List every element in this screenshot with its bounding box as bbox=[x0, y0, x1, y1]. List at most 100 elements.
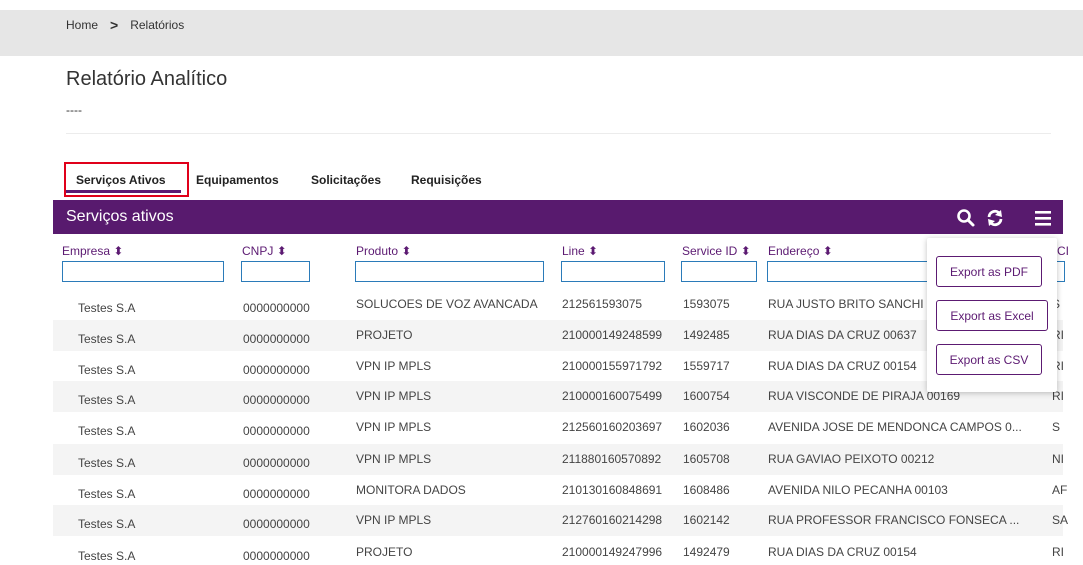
cell-line: 210000149248599 bbox=[562, 328, 663, 342]
panel-title: Serviços ativos bbox=[66, 208, 174, 225]
table-row[interactable]: Testes S.A 0000000000 SOLUCOES DE VOZ AVAN… bbox=[53, 289, 1063, 320]
cell-empresa: Testes S.A bbox=[78, 301, 136, 315]
cell-endereco: RUA PROFESSOR FRANCISCO FONSECA ... bbox=[768, 513, 1020, 527]
menu-icon[interactable] bbox=[1033, 208, 1053, 228]
divider bbox=[66, 133, 1051, 134]
cell-produto: VPN IP MPLS bbox=[356, 452, 432, 466]
cell-service-id: 1492485 bbox=[683, 328, 730, 342]
cell-service-id: 1593075 bbox=[683, 297, 730, 311]
sort-icon: ⬍ bbox=[822, 244, 833, 258]
column-header-cnpj[interactable]: CNPJ ⬍ bbox=[242, 244, 287, 258]
cell-endereco: RUA JUSTO BRITO SANCHI bbox=[768, 297, 924, 311]
cell-service-id: 1492479 bbox=[683, 545, 730, 559]
export-excel-button[interactable]: Export as Excel bbox=[936, 300, 1048, 331]
cell-cnpj: 0000000000 bbox=[243, 424, 310, 438]
column-header-service-id[interactable]: Service ID ⬍ bbox=[682, 244, 751, 258]
cell-ci: AF bbox=[1052, 483, 1068, 497]
sort-icon: ⬍ bbox=[740, 244, 751, 258]
page-title: Relatório Analítico bbox=[66, 68, 228, 90]
cell-produto: VPN IP MPLS bbox=[356, 389, 432, 403]
filter-service-id[interactable] bbox=[681, 261, 757, 282]
table-row[interactable]: Testes S.A 0000000000 PROJETO 2100001492485… bbox=[53, 320, 1064, 351]
cell-service-id: 1608486 bbox=[683, 483, 730, 497]
cell-ci: RI bbox=[1052, 545, 1064, 559]
cell-line: 211880160570892 bbox=[562, 452, 662, 466]
cell-line: 212760160214298 bbox=[562, 513, 663, 527]
cell-cnpj: 0000000000 bbox=[243, 393, 310, 407]
table-row[interactable]: Testes S.A 0000000000 PROJETO 2100001492479… bbox=[53, 537, 1064, 565]
cell-service-id: 1559717 bbox=[683, 359, 730, 373]
cell-empresa: Testes S.A bbox=[78, 487, 136, 501]
cell-cnpj: 0000000000 bbox=[243, 456, 310, 470]
cell-produto: VPN IP MPLS bbox=[356, 420, 432, 434]
filter-endereco[interactable] bbox=[767, 261, 937, 282]
cell-cnpj: 0000000000 bbox=[243, 332, 310, 346]
cell-line: 210000160075499 bbox=[562, 389, 663, 403]
cell-cnpj: 0000000000 bbox=[243, 487, 310, 501]
filter-line[interactable] bbox=[561, 261, 665, 282]
cell-produto: VPN IP MPLS bbox=[356, 359, 432, 373]
cell-empresa: Testes S.A bbox=[78, 393, 136, 407]
cell-ci: NI bbox=[1052, 452, 1064, 466]
cell-endereco: RUA DIAS DA CRUZ 00637 bbox=[768, 328, 917, 342]
search-icon[interactable] bbox=[956, 208, 976, 228]
cell-line: 210000155971792 bbox=[562, 359, 663, 373]
active-tab-underline bbox=[66, 190, 181, 193]
breadcrumb-home[interactable]: Home bbox=[66, 18, 98, 32]
table-row[interactable]: Testes S.A 0000000000 VPN IP MPLS 212760160… bbox=[53, 505, 1068, 536]
table-row[interactable]: Testes S.A 0000000000 VPN IP MPLS 210000160… bbox=[53, 381, 1064, 412]
cell-service-id: 1600754 bbox=[683, 389, 730, 403]
export-pdf-button[interactable]: Export as PDF bbox=[936, 256, 1042, 287]
cell-empresa: Testes S.A bbox=[78, 517, 136, 531]
cell-empresa: Testes S.A bbox=[78, 549, 136, 563]
cell-produto: PROJETO bbox=[356, 328, 413, 342]
cell-produto: MONITORA DADOS bbox=[356, 483, 466, 497]
tab-equipamentos[interactable]: Equipamentos bbox=[196, 173, 279, 187]
cell-service-id: 1602036 bbox=[683, 420, 730, 434]
sort-icon: ⬍ bbox=[113, 244, 124, 258]
cell-line: 212560160203697 bbox=[562, 420, 663, 434]
sort-icon: ⬍ bbox=[588, 244, 599, 258]
table-row[interactable]: Testes S.A 0000000000 MONITORA DADOS 210130… bbox=[53, 475, 1067, 506]
cell-empresa: Testes S.A bbox=[78, 456, 136, 470]
cell-ci: SA bbox=[1052, 513, 1069, 527]
page-subtitle: ---- bbox=[66, 103, 82, 117]
filter-cnpj[interactable] bbox=[241, 261, 310, 282]
table-row[interactable]: Testes S.A 0000000000 VPN IP MPLS 210000155… bbox=[53, 351, 1064, 382]
tab-servicos-ativos[interactable]: Serviços Ativos bbox=[76, 173, 166, 187]
cell-endereco: RUA DIAS DA CRUZ 00154 bbox=[768, 545, 917, 559]
column-header-produto[interactable]: Produto ⬍ bbox=[356, 244, 411, 258]
panel-header: Serviços ativos bbox=[53, 200, 1063, 234]
sort-icon: ⬍ bbox=[276, 244, 287, 258]
table-row[interactable]: Testes S.A 0000000000 VPN IP MPLS 212560160… bbox=[53, 412, 1063, 443]
cell-endereco: AVENIDA JOSE DE MENDONCA CAMPOS 0... bbox=[768, 420, 1022, 434]
tab-solicitacoes[interactable]: Solicitações bbox=[311, 173, 381, 187]
column-header-ci[interactable]: CI bbox=[1057, 244, 1069, 258]
cell-cnpj: 0000000000 bbox=[243, 301, 310, 315]
cell-empresa: Testes S.A bbox=[78, 363, 136, 377]
column-header-empresa[interactable]: Empresa ⬍ bbox=[62, 244, 123, 258]
filter-produto[interactable] bbox=[355, 261, 544, 282]
cell-produto: VPN IP MPLS bbox=[356, 513, 432, 527]
cell-service-id: 1602142 bbox=[683, 513, 730, 527]
table-row[interactable]: Testes S.A 0000000000 VPN IP MPLS 211880160… bbox=[53, 444, 1064, 475]
tab-requisicoes[interactable]: Requisições bbox=[411, 173, 482, 187]
sort-icon: ⬍ bbox=[401, 244, 412, 258]
export-menu: Export as PDF Export as Excel Export as … bbox=[927, 238, 1057, 392]
refresh-icon[interactable] bbox=[985, 208, 1005, 228]
cell-endereco: RUA GAVIAO PEIXOTO 00212 bbox=[768, 452, 935, 466]
export-csv-button[interactable]: Export as CSV bbox=[936, 344, 1042, 375]
cell-line: 212561593075 bbox=[562, 297, 643, 311]
cell-line: 210000149247996 bbox=[562, 545, 663, 559]
cell-cnpj: 0000000000 bbox=[243, 517, 310, 531]
cell-endereco: RUA DIAS DA CRUZ 00154 bbox=[768, 359, 917, 373]
cell-cnpj: 0000000000 bbox=[243, 549, 310, 563]
column-header-line[interactable]: Line ⬍ bbox=[562, 244, 598, 258]
cell-line: 210130160848691 bbox=[562, 483, 663, 497]
filter-empresa[interactable] bbox=[62, 261, 224, 282]
column-header-endereco[interactable]: Endereço ⬍ bbox=[768, 244, 833, 258]
cell-empresa: Testes S.A bbox=[78, 332, 136, 346]
cell-service-id: 1605708 bbox=[683, 452, 730, 466]
chevron-right-icon: > bbox=[110, 17, 119, 33]
cell-cnpj: 0000000000 bbox=[243, 363, 310, 377]
